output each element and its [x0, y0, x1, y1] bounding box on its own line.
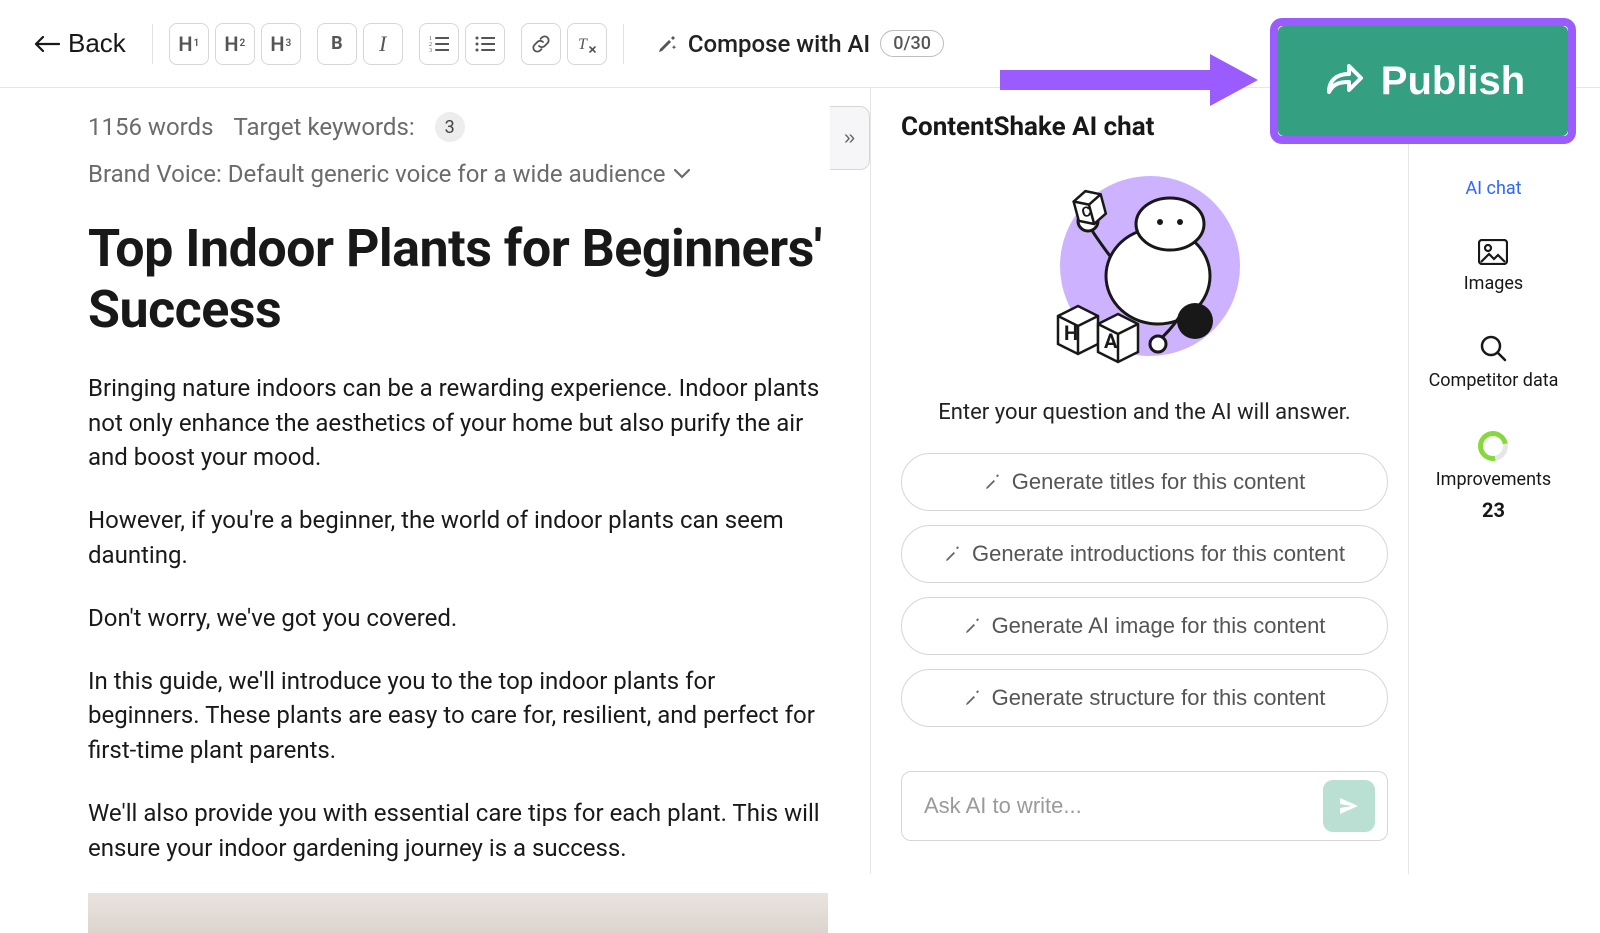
misc-group: T [521, 23, 607, 65]
ordered-list-icon: 123 [429, 35, 449, 53]
unordered-list-button[interactable] [465, 23, 505, 65]
chat-hint: Enter your question and the AI will answ… [901, 400, 1388, 425]
robot-illustration: H A C [1040, 166, 1250, 376]
chevron-down-icon [674, 169, 690, 179]
nav-label: Images [1464, 273, 1523, 294]
suggestion-label: Generate AI image for this content [992, 613, 1326, 639]
word-count: 1156 words [88, 113, 213, 141]
arrow-left-icon [34, 36, 60, 52]
nav-improvements[interactable]: Improvements 23 [1436, 431, 1551, 522]
chat-input[interactable] [924, 793, 1311, 819]
brand-voice-selector[interactable]: Brand Voice: Default generic voice for a… [88, 160, 850, 188]
suggestion-label: Generate structure for this content [992, 685, 1326, 711]
svg-text:3: 3 [429, 48, 432, 53]
main-area: » 1156 words Target keywords: 3 Brand Vo… [0, 88, 1600, 874]
paragraph[interactable]: We'll also provide you with essential ca… [88, 796, 828, 866]
ai-chat-panel: ContentShake AI chat H A C En [870, 88, 1408, 874]
paragraph[interactable]: In this guide, we'll introduce you to th… [88, 664, 828, 768]
suggestion-introductions[interactable]: Generate introductions for this content [901, 525, 1388, 583]
svg-text:T: T [578, 36, 588, 53]
ordered-list-button[interactable]: 123 [419, 23, 459, 65]
nav-label: Improvements [1436, 469, 1551, 490]
back-label: Back [68, 28, 126, 59]
svg-text:H: H [1064, 321, 1078, 345]
compose-ai-button[interactable]: Compose with AI 0/30 [656, 30, 944, 58]
svg-text:A: A [1104, 329, 1118, 353]
clear-format-button[interactable]: T [567, 23, 607, 65]
clear-format-icon: T [576, 34, 598, 54]
list-group: 123 [419, 23, 505, 65]
sparkle-pencil-icon [984, 473, 1002, 491]
compose-usage-badge: 0/30 [880, 30, 944, 57]
suggestion-label: Generate introductions for this content [972, 541, 1345, 567]
h2-button[interactable]: H2 [215, 23, 255, 65]
progress-ring-icon [1473, 425, 1515, 467]
send-icon [1337, 794, 1361, 818]
link-button[interactable] [521, 23, 561, 65]
suggestion-structure[interactable]: Generate structure for this content [901, 669, 1388, 727]
nav-competitor[interactable]: Competitor data [1429, 334, 1559, 391]
back-button[interactable]: Back [24, 22, 136, 65]
sparkle-pencil-icon [656, 33, 678, 55]
sparkle-pencil-icon [964, 617, 982, 635]
improvements-count: 23 [1482, 498, 1505, 522]
toolbar-divider [623, 24, 624, 64]
image-icon [1478, 239, 1508, 265]
link-icon [531, 34, 551, 54]
heading-group: H1 H2 H3 [169, 23, 301, 65]
unordered-list-icon [475, 35, 495, 53]
nav-ai-chat[interactable]: AI chat [1465, 178, 1521, 199]
nav-images[interactable]: Images [1464, 239, 1523, 294]
h1-button[interactable]: H1 [169, 23, 209, 65]
chat-input-container [901, 771, 1388, 841]
italic-button[interactable]: I [363, 23, 403, 65]
send-button[interactable] [1323, 780, 1375, 832]
suggestion-titles[interactable]: Generate titles for this content [901, 453, 1388, 511]
article-image [88, 893, 828, 933]
search-icon [1479, 334, 1507, 362]
target-keywords-label: Target keywords: [233, 113, 414, 141]
nav-label: Competitor data [1429, 370, 1559, 391]
style-group: B I [317, 23, 403, 65]
h3-button[interactable]: H3 [261, 23, 301, 65]
editor-panel: » 1156 words Target keywords: 3 Brand Vo… [0, 88, 870, 874]
brand-voice-label: Brand Voice: Default generic voice for a… [88, 160, 666, 188]
right-nav: AI chat Images Competitor data Improveme… [1408, 88, 1578, 874]
sparkle-pencil-icon [944, 545, 962, 563]
suggestion-ai-image[interactable]: Generate AI image for this content [901, 597, 1388, 655]
collapse-chat-button[interactable]: » [830, 106, 870, 170]
article-title[interactable]: Top Indoor Plants for Beginners' Success [88, 218, 850, 341]
bold-button[interactable]: B [317, 23, 357, 65]
toolbar-divider [152, 24, 153, 64]
sparkle-pencil-icon [964, 689, 982, 707]
chat-title: ContentShake AI chat [901, 112, 1388, 142]
target-keywords-count[interactable]: 3 [435, 112, 465, 142]
meta-row: 1156 words Target keywords: 3 [88, 112, 850, 142]
paragraph[interactable]: Don't worry, we've got you covered. [88, 601, 828, 636]
suggestion-label: Generate titles for this content [1012, 469, 1306, 495]
paragraph[interactable]: However, if you're a beginner, the world… [88, 503, 828, 573]
nav-label: AI chat [1465, 178, 1521, 199]
paragraph[interactable]: Bringing nature indoors can be a rewardi… [88, 371, 828, 475]
compose-label: Compose with AI [688, 30, 870, 58]
